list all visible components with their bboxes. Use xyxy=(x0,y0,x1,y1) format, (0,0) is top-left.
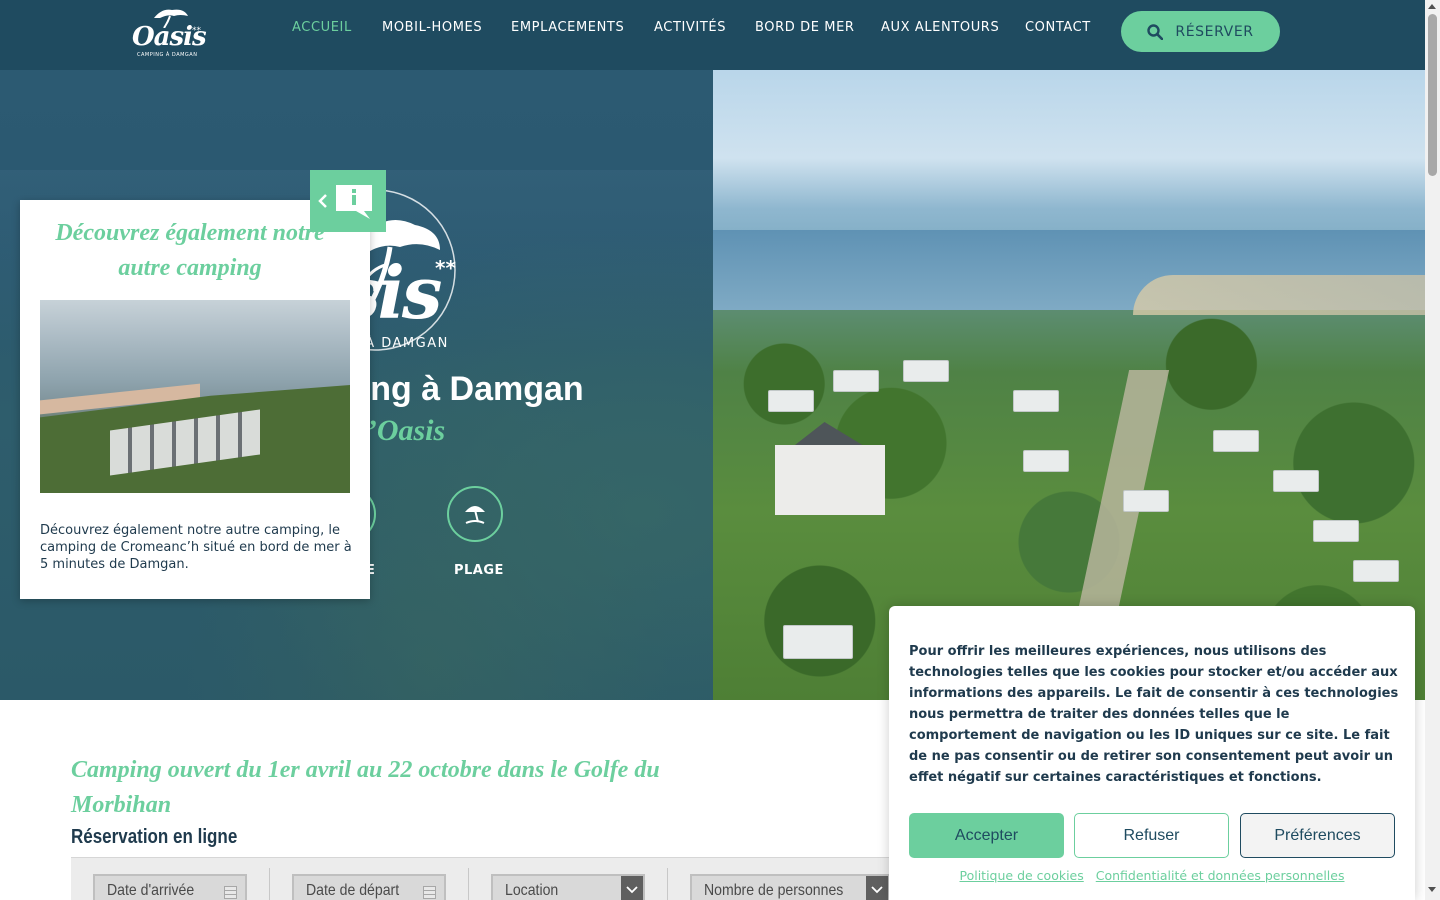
location-select[interactable]: Location xyxy=(491,874,645,900)
popup-toggle-button[interactable] xyxy=(310,170,386,232)
cookie-policy-link[interactable]: Politique de cookies xyxy=(960,868,1084,883)
calendar-icon xyxy=(423,886,436,899)
departure-date-field[interactable]: Date de départ xyxy=(292,874,446,900)
photo-mobile-home xyxy=(768,390,814,412)
nav-item-contact[interactable]: CONTACT xyxy=(1025,20,1091,35)
nav-item-emplacements[interactable]: EMPLACEMENTS xyxy=(511,20,624,35)
refuse-cookies-button[interactable]: Refuser xyxy=(1074,813,1229,858)
search-icon xyxy=(1147,23,1164,40)
site-header: Oasis ** CAMPING À DAMGAN ACCUEIL MOBIL-… xyxy=(0,0,1425,70)
divider xyxy=(269,868,270,900)
chevron-left-icon xyxy=(318,194,327,208)
nav-item-bord-de-mer[interactable]: BORD DE MER xyxy=(755,20,855,35)
reserve-button-label: RÉSERVER xyxy=(1175,23,1254,40)
booking-form: Date d'arrivée Date de départ Location N… xyxy=(71,857,891,900)
people-select[interactable]: Nombre de personnes xyxy=(690,874,890,900)
feature-beach-button[interactable] xyxy=(447,486,503,542)
hero-logo-stars: ** xyxy=(435,256,456,280)
cookie-text: Pour offrir les meilleures expériences, … xyxy=(909,644,1399,785)
scroll-up-arrow-icon[interactable] xyxy=(1428,4,1436,9)
cookie-links: Politique de cookies Confidentialité et … xyxy=(889,868,1415,883)
cookie-consent-banner: Pour offrir les meilleures expériences, … xyxy=(889,606,1415,900)
popup-camping-photo[interactable] xyxy=(40,300,350,493)
beach-umbrella-icon xyxy=(465,506,485,524)
photo-mobile-home xyxy=(1273,470,1319,492)
calendar-icon xyxy=(224,886,237,899)
site-logo[interactable]: Oasis ** CAMPING À DAMGAN xyxy=(128,6,207,62)
other-camping-popup: Découvrez également notre autre camping … xyxy=(20,200,370,599)
scroll-thumb[interactable] xyxy=(1428,14,1437,176)
people-label: Nombre de personnes xyxy=(704,882,844,899)
arrival-date-label: Date d'arrivée xyxy=(107,882,195,899)
info-bubble-icon xyxy=(336,185,372,219)
chevron-down-icon xyxy=(866,876,888,900)
accept-cookies-button[interactable]: Accepter xyxy=(909,813,1064,858)
divider xyxy=(667,868,668,900)
photo-mobile-home xyxy=(1023,450,1069,472)
hero-title: ping à Damgan xyxy=(340,370,584,408)
scroll-down-arrow-icon[interactable] xyxy=(1428,887,1436,892)
photo-caravan xyxy=(783,625,853,659)
photo-mobile-home xyxy=(1123,490,1169,512)
photo-mobile-home xyxy=(1313,520,1359,542)
photo-mobile-home xyxy=(903,360,949,382)
photo-mobile-home xyxy=(1013,390,1059,412)
logo-stars: ** xyxy=(192,26,201,36)
nav-item-accueil[interactable]: ACCUEIL xyxy=(292,20,352,35)
photo-mobile-home xyxy=(1353,560,1399,582)
reserve-button[interactable]: RÉSERVER xyxy=(1121,11,1280,52)
nav-item-activites[interactable]: ACTIVITÉS xyxy=(654,20,726,35)
departure-date-label: Date de départ xyxy=(306,882,400,899)
nav-item-aux-alentours[interactable]: AUX ALENTOURS xyxy=(881,20,999,35)
feature-label-plage: PLAGE xyxy=(454,563,504,578)
divider xyxy=(468,868,469,900)
popup-description: Découvrez également notre autre camping,… xyxy=(40,523,352,572)
chevron-down-icon xyxy=(621,876,643,900)
photo-mobile-home xyxy=(833,370,879,392)
photo-house xyxy=(775,445,885,515)
location-label: Location xyxy=(505,882,559,899)
arrival-date-field[interactable]: Date d'arrivée xyxy=(93,874,247,900)
photo-mobile-home xyxy=(1213,430,1259,452)
popup-title: Découvrez également notre autre camping xyxy=(55,220,325,281)
cookie-preferences-button[interactable]: Préférences xyxy=(1240,813,1395,858)
nav-item-mobil-homes[interactable]: MOBIL-HOMES xyxy=(382,20,482,35)
privacy-link[interactable]: Confidentialité et données personnelles xyxy=(1096,868,1345,883)
logo-subtitle: CAMPING À DAMGAN xyxy=(137,52,198,58)
opening-dates-text: Camping ouvert du 1er avril au 22 octobr… xyxy=(71,757,660,818)
page-scrollbar[interactable] xyxy=(1425,0,1440,900)
booking-title: Réservation en ligne xyxy=(71,826,238,848)
